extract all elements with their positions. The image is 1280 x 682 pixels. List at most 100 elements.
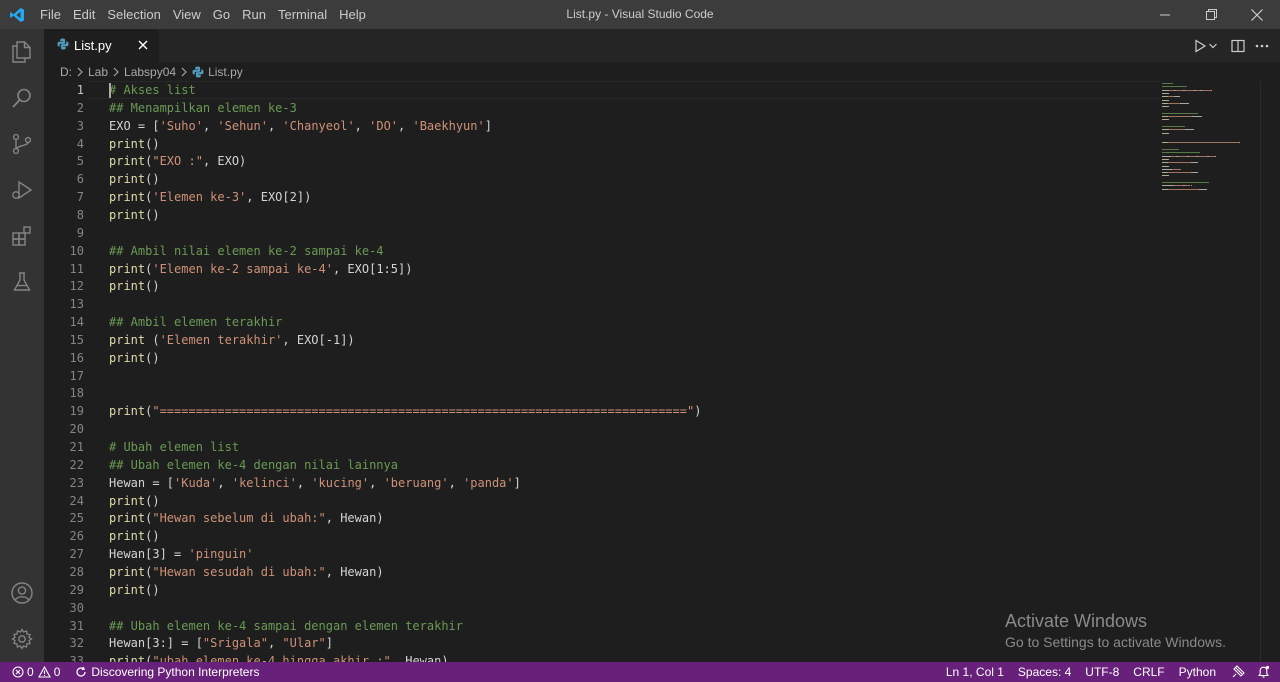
code-token: ## Ambil elemen terakhir (109, 315, 283, 330)
breadcrumb-labspy04[interactable]: Labspy04 (124, 65, 176, 79)
more-actions-icon[interactable] (1250, 34, 1274, 58)
problems-indicator[interactable]: 0 0 (0, 662, 65, 682)
tab-list-py[interactable]: List.py (44, 29, 159, 62)
tab-close-icon[interactable] (135, 37, 151, 53)
language-mode[interactable]: Python (1172, 662, 1223, 682)
code-token: "=======================================… (152, 404, 695, 419)
activate-windows-watermark: Activate Windows Go to Settings to activ… (1005, 611, 1226, 652)
menu-terminal[interactable]: Terminal (272, 0, 333, 29)
code-token: 'DO' (369, 118, 399, 133)
account-icon[interactable] (0, 570, 44, 616)
minimap-stroke (1167, 142, 1239, 144)
breadcrumb-drive[interactable]: D: (60, 65, 72, 79)
cursor-position[interactable]: Ln 1, Col 1 (941, 662, 1011, 682)
close-icon[interactable] (1234, 0, 1280, 29)
code-line[interactable]: # Akses list (109, 81, 196, 99)
menu-view[interactable]: View (167, 0, 207, 29)
vertical-scrollbar[interactable] (1260, 81, 1274, 662)
code-line[interactable]: print ('Elemen terakhir', EXO[-1]) (109, 331, 355, 349)
code-token: , EXO[2]) (246, 190, 312, 205)
minimap-stroke (1167, 172, 1191, 174)
code-token: print (109, 261, 146, 276)
code-line[interactable]: print() (109, 206, 160, 224)
indentation-status[interactable]: Spaces: 4 (1011, 662, 1078, 682)
code-line[interactable]: ## Ubah elemen ke-4 dengan nilai lainnya (109, 456, 398, 474)
code-line[interactable]: print("EXO :", EXO) (109, 152, 246, 170)
code-line[interactable]: print("Hewan sesudah di ubah:", Hewan) (109, 563, 384, 581)
code-token: print (109, 564, 146, 579)
notifications-bell-icon[interactable] (1253, 662, 1280, 682)
code-token: # Ubah elemen list (109, 440, 240, 454)
code-line[interactable]: ## Ambil elemen terakhir (109, 313, 282, 331)
run-dropdown-chevron-icon[interactable] (1206, 34, 1220, 58)
code-token: ( (145, 332, 160, 347)
code-line[interactable]: print() (109, 277, 160, 295)
code-line[interactable]: EXO = ['Suho', 'Sehun', 'Chanyeol', 'DO'… (109, 117, 492, 135)
line-number: 18 (69, 386, 84, 401)
code-token: print (109, 511, 146, 526)
minimap-stroke (1166, 132, 1169, 134)
line-number: 15 (69, 332, 84, 347)
source-control-icon[interactable] (0, 121, 44, 167)
code-line[interactable]: ## Ubah elemen ke-4 sampai dengan elemen… (109, 617, 463, 635)
code-line[interactable]: Hewan = ['Kuda', 'kelinci', 'kucing', 'b… (109, 474, 521, 492)
files-icon[interactable] (0, 29, 44, 75)
code-line[interactable]: print() (109, 135, 160, 153)
settings-gear-icon[interactable] (0, 616, 44, 662)
menu-file[interactable]: File (34, 0, 67, 29)
activate-windows-subtitle: Go to Settings to activate Windows. (1005, 634, 1226, 650)
breadcrumb-file[interactable]: List.py (208, 65, 243, 79)
menu-selection[interactable]: Selection (101, 0, 166, 29)
code-line[interactable]: ## Ambil nilai elemen ke-2 sampai ke-4 (109, 242, 384, 260)
code-line[interactable]: Hewan[3:] = ["Srigala", "Ular"] (109, 634, 333, 652)
code-line[interactable]: # Ubah elemen list (109, 438, 239, 456)
menu-edit[interactable]: Edit (67, 0, 101, 29)
split-editor-icon[interactable] (1226, 34, 1250, 58)
code-line[interactable]: print('Elemen ke-2 sampai ke-4', EXO[1:5… (109, 260, 412, 278)
minimize-icon[interactable] (1142, 0, 1188, 29)
code-area[interactable]: # Akses list ## Menampilkan elemen ke-3 EX… (109, 81, 1159, 662)
window-controls (1142, 0, 1280, 29)
python-interpreter-status[interactable]: Discovering Python Interpreters (65, 662, 264, 682)
breadcrumb-lab[interactable]: Lab (88, 65, 108, 79)
minimap-stroke (1166, 99, 1169, 101)
testing-icon[interactable] (0, 259, 44, 305)
code-token: "Hewan sebelum di ubah:" (152, 511, 326, 526)
code-line[interactable]: Hewan[3] = 'pinguin' (109, 545, 254, 563)
encoding-status[interactable]: UTF-8 (1078, 662, 1126, 682)
search-icon[interactable] (0, 75, 44, 121)
feedback-icon[interactable] (1223, 662, 1253, 682)
code-line[interactable]: print() (109, 349, 160, 367)
code-line[interactable]: print() (109, 492, 160, 510)
line-number: 5 (76, 154, 84, 169)
eol-status[interactable]: CRLF (1126, 662, 1171, 682)
code-token: print (109, 136, 146, 151)
code-line[interactable]: print() (109, 527, 160, 545)
code-token: "Srigala" (202, 636, 268, 651)
minimap-stroke (1166, 119, 1169, 121)
code-token: 'Elemen ke-3' (152, 190, 247, 205)
restore-icon[interactable] (1188, 0, 1234, 29)
menu-go[interactable]: Go (207, 0, 236, 29)
minimap[interactable] (1160, 81, 1260, 201)
minimap-stroke (1168, 129, 1185, 131)
menu-help[interactable]: Help (333, 0, 372, 29)
code-line[interactable]: print("=================================… (109, 402, 701, 420)
sync-spinner-icon (75, 666, 87, 678)
code-line[interactable]: print("ubah elemen ke-4 hingga akhir :",… (109, 652, 449, 662)
run-debug-icon[interactable] (0, 167, 44, 213)
extensions-icon[interactable] (0, 213, 44, 259)
code-editor[interactable]: 1 2 3 4 5 6 7 8 9 10 11 12 13 14 15 16 17 18 19 20 21 22 23 24 2… (44, 81, 1280, 662)
minimap-stroke (1166, 158, 1169, 160)
line-number: 6 (76, 172, 84, 187)
minimap-stroke (1162, 182, 1209, 183)
code-line[interactable]: print("Hewan sebelum di ubah:", Hewan) (109, 509, 384, 527)
code-line[interactable]: print() (109, 170, 160, 188)
code-token: print (109, 279, 146, 294)
code-line[interactable]: ## Menampilkan elemen ke-3 (109, 99, 297, 117)
code-line[interactable]: print('Elemen ke-3', EXO[2]) (109, 188, 311, 206)
code-line[interactable]: print() (109, 581, 160, 599)
code-token: , Hewan) (390, 654, 449, 662)
menu-run[interactable]: Run (236, 0, 272, 29)
code-token: print (109, 529, 146, 544)
